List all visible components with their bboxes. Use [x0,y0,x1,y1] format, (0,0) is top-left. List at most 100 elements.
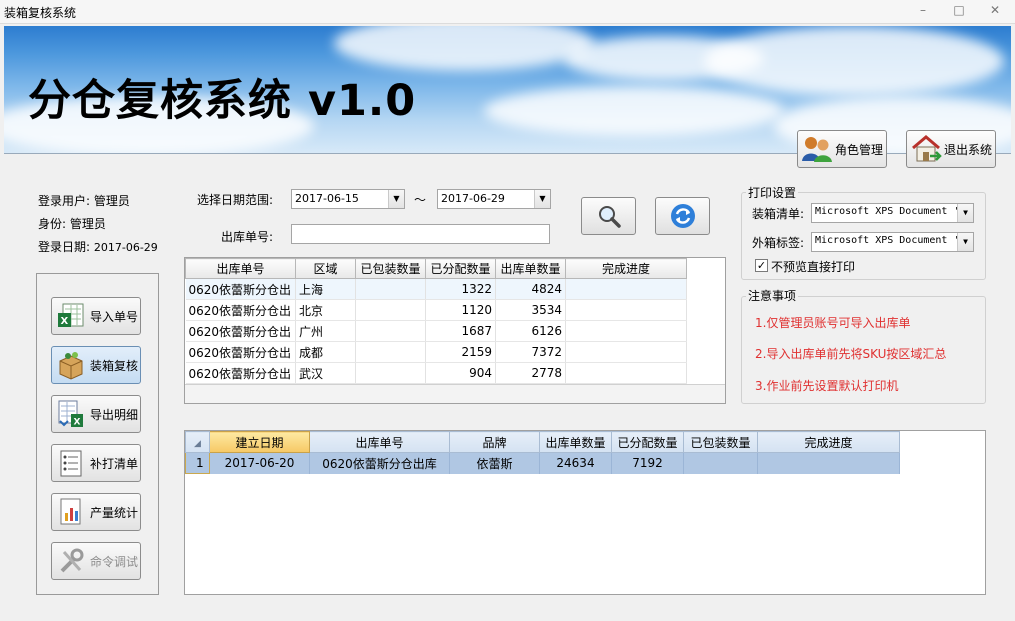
column-header[interactable]: 完成进度 [565,258,687,279]
cell-packed [355,278,426,300]
table-row[interactable]: 1 2017-06-20 0620依蕾斯分仓出库 依蕾斯 24634 7192 [185,452,900,474]
production-stats-label: 产量统计 [90,505,139,520]
cloud-decoration [334,26,594,71]
reprint-list-button[interactable]: 补打清单 [51,444,141,482]
cell-order-no: 0620依蕾斯分仓出 [185,362,296,384]
cell-region: 北京 [295,299,356,321]
cell-allocated: 1120 [425,299,496,321]
refresh-icon [670,204,695,228]
packing-list-printer-value: Microsoft XPS Document ' [815,206,960,217]
command-debug-button[interactable]: 命令调试 [51,542,141,580]
export-detail-label: 导出明细 [90,407,139,422]
login-date-row: 登录日期: 2017-06-29 [38,238,158,255]
identity-row: 身份: 管理员 [38,215,106,232]
notes-title: 注意事项 [746,287,799,304]
dropdown-arrow-icon[interactable]: ▼ [388,190,404,208]
cell-progress [565,299,687,321]
excel-import-icon: X [58,303,84,327]
order-no-label: 出库单号: [221,230,274,244]
dropdown-arrow-icon[interactable]: ▼ [534,190,550,208]
cell-progress [565,362,687,384]
no-preview-checkbox[interactable]: ✓ [755,259,768,272]
column-header[interactable]: 已分配数量 [425,258,496,279]
refresh-button[interactable] [655,197,710,235]
exit-system-button[interactable]: 退出系统 [906,130,996,168]
column-header[interactable]: 出库单号 [185,258,296,279]
row-index[interactable]: 1 [185,452,210,474]
order-no-input[interactable] [291,224,550,244]
checkmark-icon: ✓ [756,259,767,272]
column-header[interactable]: 建立日期 [209,431,310,453]
table-header-row: ◢ 建立日期 出库单号 品牌 出库单数量 已分配数量 已包装数量 完成进度 [185,431,900,453]
command-debug-label: 命令调试 [90,554,139,569]
column-header[interactable]: 出库单数量 [539,431,612,453]
role-management-button[interactable]: 角色管理 [797,130,887,168]
order-detail-grid[interactable]: ◢ 建立日期 出库单号 品牌 出库单数量 已分配数量 已包装数量 完成进度 1 … [184,430,986,595]
cell-progress [757,452,900,474]
column-header[interactable]: 区域 [295,258,356,279]
table-row[interactable]: 0620依蕾斯分仓出 成都 2159 7372 [185,341,687,363]
cell-order-qty: 24634 [539,452,612,474]
cell-packed [355,320,426,342]
table-row[interactable]: 0620依蕾斯分仓出 广州 1687 6126 [185,320,687,342]
order-region-grid[interactable]: 出库单号 区域 已包装数量 已分配数量 出库单数量 完成进度 0620依蕾斯分仓… [184,257,726,404]
import-order-button[interactable]: X 导入单号 [51,297,141,335]
dropdown-arrow-icon[interactable]: ▼ [957,233,973,251]
search-button[interactable] [581,197,636,235]
packing-review-button[interactable]: 装箱复核 [51,346,141,384]
tools-icon [60,548,84,573]
column-header[interactable]: 品牌 [449,431,540,453]
column-header[interactable]: 已分配数量 [611,431,684,453]
cell-allocated: 1687 [425,320,496,342]
cell-created-date: 2017-06-20 [209,452,310,474]
cell-order-no: 0620依蕾斯分仓出 [185,299,296,321]
cell-order-qty: 4824 [495,278,566,300]
print-settings-title: 打印设置 [746,184,799,201]
window-title: 装箱复核系统 [4,6,77,20]
order-detail-table: ◢ 建立日期 出库单号 品牌 出库单数量 已分配数量 已包装数量 完成进度 1 … [185,431,900,474]
cell-region: 武汉 [295,362,356,384]
checklist-icon [60,450,82,477]
exit-system-label: 退出系统 [944,142,993,157]
row-header-corner[interactable]: ◢ [185,431,210,453]
import-order-label: 导入单号 [90,309,139,324]
identity-label: 身份: [38,217,67,231]
grid-scroll-area[interactable] [185,384,725,403]
minimize-button[interactable]: – [907,0,939,20]
users-icon [802,137,832,162]
date-from-picker[interactable]: 2017-06-15 ▼ [291,189,405,209]
column-header[interactable]: 已包装数量 [355,258,426,279]
table-row[interactable]: 0620依蕾斯分仓出 上海 1322 4824 [185,278,687,300]
column-header[interactable]: 出库单号 [309,431,450,453]
cell-order-qty: 2778 [495,362,566,384]
table-row[interactable]: 0620依蕾斯分仓出 北京 1120 3534 [185,299,687,321]
packing-list-printer-select[interactable]: Microsoft XPS Document ' ▼ [811,203,974,223]
maximize-button[interactable]: □ [943,0,975,20]
cell-region: 广州 [295,320,356,342]
cell-order-no: 0620依蕾斯分仓出库 [309,452,450,474]
column-header[interactable]: 出库单数量 [495,258,566,279]
packing-list-label: 装箱清单: [752,207,805,221]
reprint-list-label: 补打清单 [90,456,139,471]
title-bar: 装箱复核系统 – □ ✕ [0,0,1015,24]
box-label-printer-select[interactable]: Microsoft XPS Document ' ▼ [811,232,974,252]
packing-review-label: 装箱复核 [90,358,139,373]
svg-text:X: X [61,316,69,327]
date-to-picker[interactable]: 2017-06-29 ▼ [437,189,551,209]
export-detail-button[interactable]: X 导出明细 [51,395,141,433]
table-row[interactable]: 0620依蕾斯分仓出 武汉 904 2778 [185,362,687,384]
close-button[interactable]: ✕ [979,0,1011,20]
cell-allocated: 7192 [611,452,684,474]
nav-panel: X 导入单号 装箱复核 X 导出明细 补打清单 产量统计 命令调试 [36,273,159,595]
cell-order-no: 0620依蕾斯分仓出 [185,341,296,363]
dropdown-arrow-icon[interactable]: ▼ [957,204,973,222]
column-header[interactable]: 已包装数量 [683,431,758,453]
cell-packed [355,341,426,363]
cell-order-qty: 7372 [495,341,566,363]
note-item: 3.作业前先设置默认打印机 [755,379,899,393]
production-stats-button[interactable]: 产量统计 [51,493,141,531]
search-icon [598,206,621,228]
svg-text:X: X [74,418,81,428]
column-header[interactable]: 完成进度 [757,431,900,453]
cell-packed [683,452,758,474]
